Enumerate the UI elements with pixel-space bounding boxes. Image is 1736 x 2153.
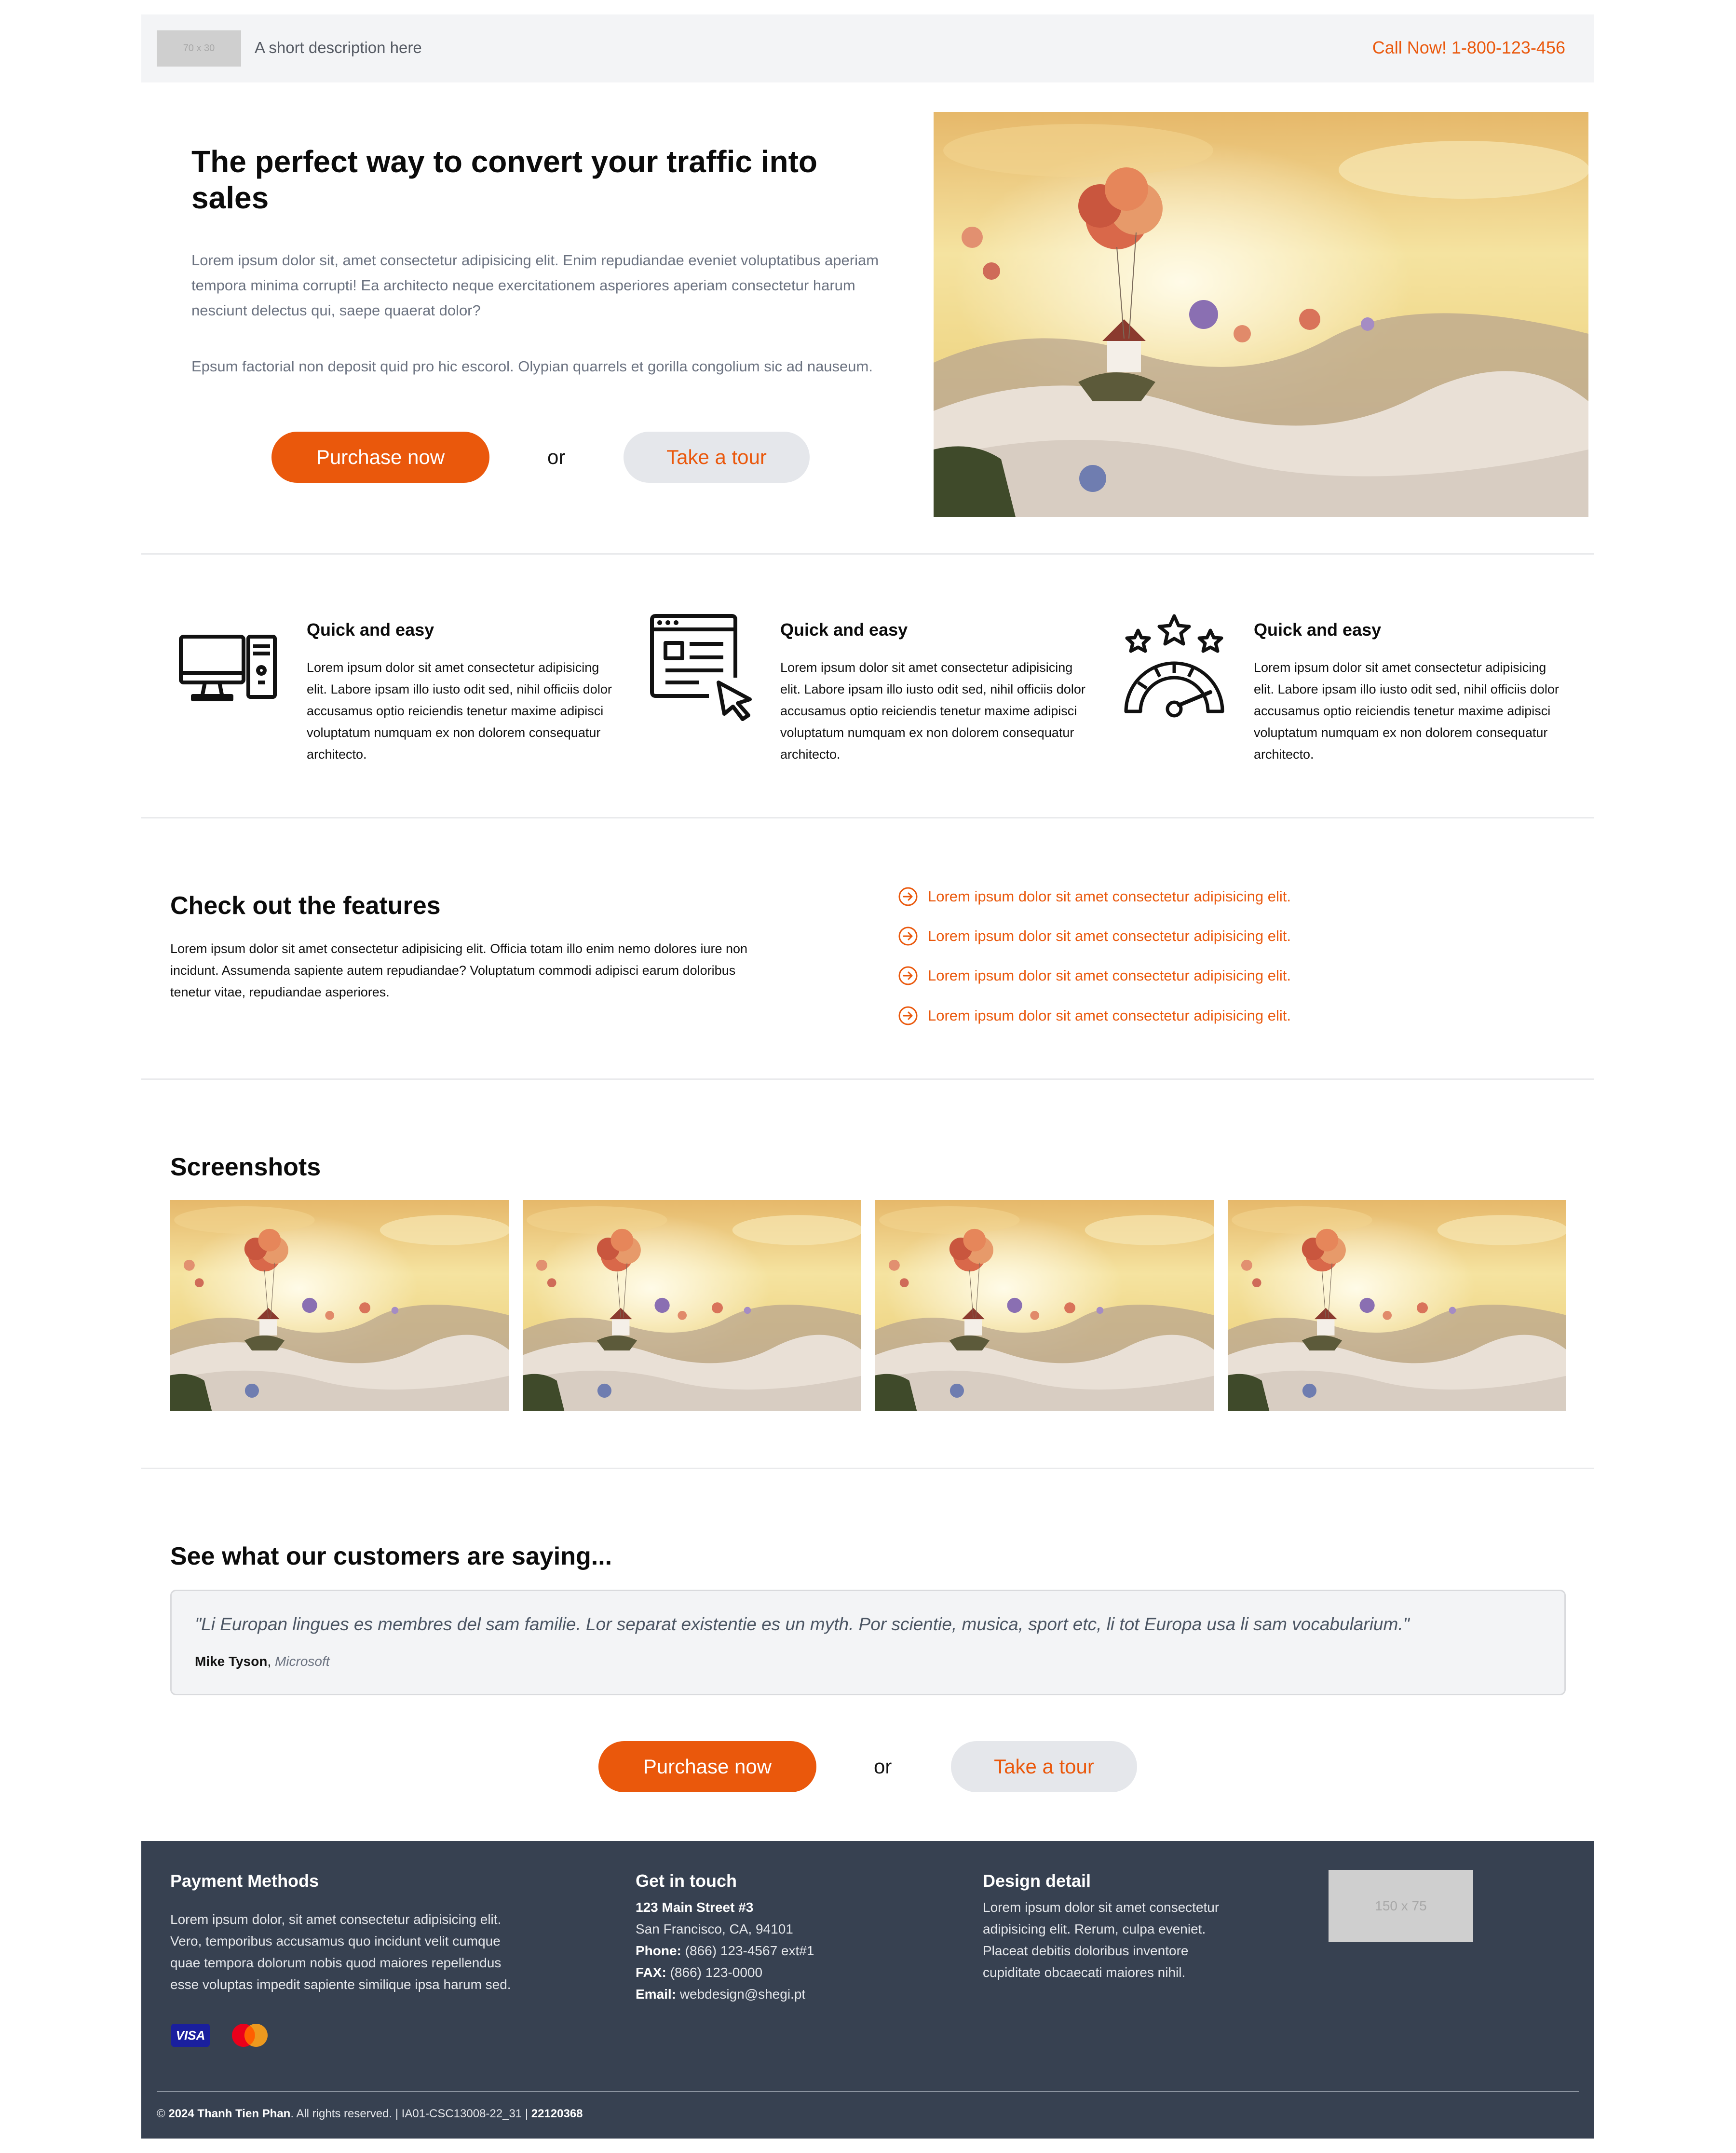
section-title: See what our customers are saying... bbox=[170, 1542, 612, 1570]
feature-text: Lorem ipsum dolor sit amet consectetur a… bbox=[1254, 660, 1559, 762]
top-bar: 70 x 30 A short description here Call No… bbox=[141, 14, 1594, 82]
copyright-middle: . All rights reserved. | IA01-CSC13008-2… bbox=[290, 2107, 531, 2120]
web-browser-click-icon bbox=[650, 614, 752, 721]
divider bbox=[141, 817, 1594, 818]
screenshot-image[interactable] bbox=[875, 1200, 1214, 1411]
phone-number[interactable]: (866) 123-4567 ext#1 bbox=[685, 1943, 814, 1958]
hero-paragraph: Epsum factorial non deposit quid pro hic… bbox=[191, 358, 873, 375]
feature-list-item: Lorem ipsum dolor sit amet consectetur a… bbox=[898, 886, 1291, 907]
feature-list-item: Lorem ipsum dolor sit amet consectetur a… bbox=[898, 926, 1291, 946]
screenshot-image[interactable] bbox=[1228, 1200, 1566, 1411]
design-detail-title: Design detail bbox=[983, 1871, 1091, 1891]
site-description: A short description here bbox=[255, 39, 422, 56]
screenshot-image[interactable] bbox=[523, 1200, 861, 1411]
arrow-circle-right-icon bbox=[898, 1006, 918, 1025]
purchase-now-button[interactable]: Purchase now bbox=[271, 432, 489, 483]
logo-placeholder[interactable]: 70 x 30 bbox=[157, 30, 241, 67]
feature-title: Quick and easy bbox=[1254, 620, 1382, 640]
feature-list-text: Lorem ipsum dolor sit amet consectetur a… bbox=[928, 967, 1291, 984]
arrow-circle-right-icon bbox=[898, 887, 918, 906]
call-now-link[interactable]: Call Now! 1-800-123-456 bbox=[1372, 38, 1565, 58]
testimonial-author: Mike Tyson, Microsoft bbox=[195, 1654, 330, 1669]
get-in-touch-title: Get in touch bbox=[636, 1871, 737, 1891]
fax-label: FAX: bbox=[636, 1965, 666, 1980]
divider bbox=[141, 1468, 1594, 1469]
hero-paragraph: Lorem ipsum dolor sit, amet consectetur … bbox=[191, 252, 879, 319]
email-label: Email: bbox=[636, 1987, 677, 2002]
feature-list-item: Lorem ipsum dolor sit amet consectetur a… bbox=[898, 966, 1291, 986]
take-a-tour-button[interactable]: Take a tour bbox=[624, 432, 810, 483]
or-separator: or bbox=[547, 446, 566, 468]
hero-title: The perfect way to convert your traffic … bbox=[191, 144, 817, 215]
visa-label: VISA bbox=[176, 2028, 205, 2043]
design-detail-text: Lorem ipsum dolor sit amet consectetur a… bbox=[983, 1900, 1220, 1980]
fax-number: (866) 123-0000 bbox=[670, 1965, 763, 1980]
feature-text: Lorem ipsum dolor sit amet consectetur a… bbox=[780, 660, 1085, 762]
rating-gauge-icon bbox=[1124, 614, 1224, 718]
student-id: 22120368 bbox=[531, 2107, 583, 2120]
payment-methods-text: Lorem ipsum dolor, sit amet consectetur … bbox=[170, 1912, 511, 1992]
arrow-circle-right-icon bbox=[898, 927, 918, 946]
testimonial-card: "Li Europan lingues es membres del sam f… bbox=[170, 1590, 1566, 1695]
footer: Payment Methods Lorem ipsum dolor, sit a… bbox=[141, 1841, 1594, 2139]
screenshot-image[interactable] bbox=[170, 1200, 509, 1411]
arrow-circle-right-icon bbox=[898, 966, 918, 985]
feature-text: Lorem ipsum dolor sit amet consectetur a… bbox=[307, 660, 612, 762]
or-separator: or bbox=[874, 1755, 892, 1778]
author-company: Microsoft bbox=[274, 1654, 330, 1669]
hero-image bbox=[934, 112, 1588, 517]
divider bbox=[141, 553, 1594, 555]
contact-details: 123 Main Street #3 San Francisco, CA, 94… bbox=[636, 1896, 906, 2005]
feature-list-text: Lorem ipsum dolor sit amet consectetur a… bbox=[928, 927, 1291, 944]
desktop-computer-icon bbox=[179, 635, 277, 701]
purchase-now-button[interactable]: Purchase now bbox=[598, 1741, 816, 1792]
take-a-tour-button[interactable]: Take a tour bbox=[951, 1741, 1137, 1792]
divider bbox=[141, 1078, 1594, 1080]
footer-logo-placeholder[interactable]: 150 x 75 bbox=[1329, 1870, 1473, 1942]
testimonial-quote: "Li Europan lingues es membres del sam f… bbox=[195, 1614, 1410, 1634]
footer-divider bbox=[157, 2091, 1579, 2092]
section-title: Check out the features bbox=[170, 892, 441, 920]
street-address: 123 Main Street #3 bbox=[636, 1900, 754, 1915]
city-address: San Francisco, CA, 94101 bbox=[636, 1921, 793, 1936]
author-name: Mike Tyson bbox=[195, 1654, 268, 1669]
mastercard-icon bbox=[232, 2024, 268, 2047]
feature-list-text: Lorem ipsum dolor sit amet consectetur a… bbox=[928, 1007, 1291, 1024]
phone-label: Phone: bbox=[636, 1943, 681, 1958]
feature-list-item: Lorem ipsum dolor sit amet consectetur a… bbox=[898, 1006, 1291, 1026]
features-description: Lorem ipsum dolor sit amet consectetur a… bbox=[170, 941, 748, 999]
section-title: Screenshots bbox=[170, 1153, 321, 1181]
copyright-symbol: © bbox=[157, 2107, 169, 2120]
email-link[interactable]: webdesign@shegi.pt bbox=[680, 1987, 805, 2002]
copyright: © 2024 Thanh Tien Phan. All rights reser… bbox=[157, 2107, 583, 2121]
visa-icon: VISA bbox=[171, 2024, 210, 2047]
payment-methods-title: Payment Methods bbox=[170, 1871, 319, 1891]
copyright-year-name: 2024 Thanh Tien Phan bbox=[168, 2107, 291, 2120]
feature-title: Quick and easy bbox=[780, 620, 908, 640]
feature-list-text: Lorem ipsum dolor sit amet consectetur a… bbox=[928, 888, 1291, 905]
feature-title: Quick and easy bbox=[307, 620, 434, 640]
